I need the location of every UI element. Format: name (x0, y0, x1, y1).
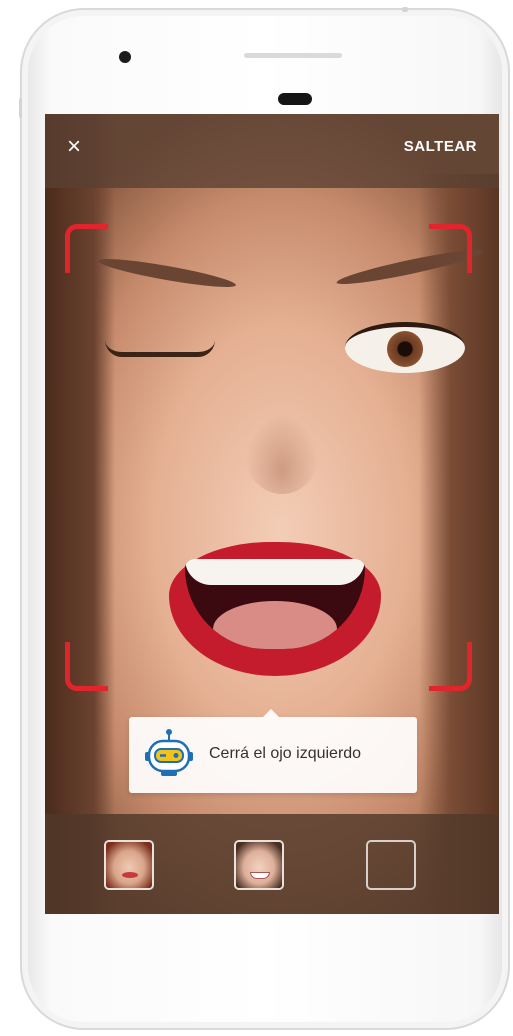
step-3-thumbnail[interactable] (366, 840, 416, 890)
top-speaker (244, 53, 342, 58)
steps-bar (45, 814, 499, 914)
frame-corner-top-left (65, 224, 108, 273)
open-eye (345, 322, 465, 373)
camera-viewport: × SALTEAR Cerrá el ojo izquierdo (45, 114, 499, 914)
left-eyebrow (96, 253, 238, 293)
step-2-thumbnail[interactable] (234, 840, 284, 890)
thumbnail-face (106, 842, 152, 888)
teeth (185, 559, 365, 585)
nose (245, 414, 319, 494)
step-1-thumbnail[interactable] (104, 840, 154, 890)
earpiece (278, 93, 312, 105)
front-camera (119, 51, 131, 63)
closed-eye (105, 340, 215, 357)
skip-button[interactable]: SALTEAR (404, 138, 477, 155)
instruction-text: Cerrá el ojo izquierdo (209, 745, 362, 762)
top-bar: × SALTEAR (45, 114, 499, 188)
power-button (19, 98, 22, 118)
frame-corner-bottom-right (429, 642, 472, 691)
thumbnail-face (236, 842, 282, 888)
close-button[interactable]: × (61, 134, 87, 160)
close-icon: × (66, 133, 81, 160)
frame-corner-top-right (429, 224, 472, 273)
instruction-bubble: Cerrá el ojo izquierdo (129, 709, 417, 793)
robot-icon (145, 729, 193, 776)
tongue (213, 601, 337, 649)
iris (387, 331, 423, 367)
hair-right (419, 174, 499, 914)
thumbnail-lips (122, 872, 138, 878)
frame-corner-bottom-left (65, 642, 108, 691)
sensor-notch (402, 7, 408, 12)
